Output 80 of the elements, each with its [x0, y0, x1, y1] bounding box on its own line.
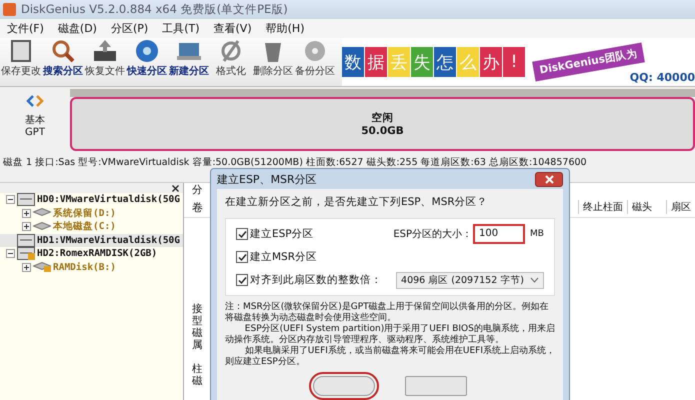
toolbar-button[interactable]: 快速分区	[126, 38, 168, 86]
menu-item[interactable]: 帮助(H)	[260, 21, 310, 36]
menu-item[interactable]: 查看(V)	[208, 21, 257, 36]
close-button[interactable]	[535, 172, 563, 186]
checkbox[interactable]: 建立MSR分区	[236, 250, 318, 264]
disk-info: 磁盘 1 接口:Sas 型号:VMwareVirtualdisk 容量:50.0GB(51200MB) 柱面数:6527 磁头数:255 每道扇区数:63 总扇区数:104857600	[2, 156, 588, 170]
tree-item[interactable]: 系统保留(D:)	[0, 206, 183, 220]
tree-item[interactable]: 本地磁盘(C:)	[0, 220, 183, 234]
note-text: 如果电脑采用了UEFI系统，或当前磁盘将来可能会用在UEFI系统上启动系统，则应建立ESP分区。	[225, 346, 555, 368]
drive-icon	[17, 234, 35, 247]
banner-tile: 据	[365, 47, 387, 77]
toolbar-button[interactable]: 删除分区	[252, 38, 294, 86]
advertisement-banner[interactable]: 数 据 丢 失 怎 么 办 ! DiskGenius团队为 QQ: 40000	[342, 38, 695, 86]
checkbox[interactable]: 建立ESP分区	[236, 227, 314, 241]
disk-type: 基本	[25, 114, 45, 127]
toolbar-button[interactable]: 备份分区	[294, 38, 336, 86]
dialog-title: 建立ESP、MSR分区	[217, 172, 317, 186]
window-title: DiskGenius V5.2.0.884 x64 免费版(单文件PE版)	[21, 2, 288, 17]
check-icon	[238, 252, 246, 262]
unit-label: MB	[530, 229, 544, 239]
info-label: 接	[192, 303, 203, 315]
tree-item[interactable]: HD1:VMwareVirtualdisk(50G	[0, 234, 183, 247]
drive-icon	[17, 193, 35, 206]
dialog-question: 在建立新分区之前，是否先建立下列ESP、MSR分区？	[225, 195, 489, 209]
banner-tile: 数	[342, 47, 364, 77]
toolbar-button[interactable]: 格式化	[210, 38, 252, 86]
disc-icon	[302, 39, 328, 63]
locked-partition-icon	[33, 262, 51, 272]
partition-tab[interactable]: 分	[192, 184, 203, 196]
menu-item[interactable]: 文件(F)	[2, 21, 49, 36]
info-label: 型	[192, 315, 203, 327]
close-icon[interactable]	[172, 184, 179, 192]
close-icon	[544, 174, 554, 184]
banner-tile: 办	[480, 47, 502, 77]
tree-item[interactable]: HD0:VMwareVirtualdisk(50G	[0, 193, 183, 206]
expand-icon[interactable]	[22, 262, 31, 272]
free-space-block[interactable]: 空闲 50.0GB	[70, 97, 695, 151]
expand-icon[interactable]	[22, 222, 31, 232]
disc-icon	[134, 39, 160, 63]
note-text: 注：MSR分区(微软保留分区)是GPT磁盘上用于保留空间以供备用的分区。例如在将磁盘转换为动态磁盘时会使用这些空间。	[225, 302, 550, 324]
toolbar-button[interactable]: 保存更改	[0, 38, 42, 86]
banner-tile: 失	[411, 47, 433, 77]
caret-icon	[530, 277, 539, 283]
menu-item[interactable]: 工具(T)	[157, 21, 205, 36]
note-text: ESP分区(UEFI System partition)用于采用了UEFI BIOS的电脑系统，用来启动操作系统。分区内存放引导管理程序、驱动程序、系统维护工具等。	[225, 324, 555, 346]
toolbar-button[interactable]: 搜索分区	[42, 38, 84, 86]
tree-item[interactable]: RAMDisk(B:)	[0, 260, 183, 274]
column-header: 磁头	[627, 200, 666, 214]
check-icon	[238, 230, 246, 238]
align-dropdown[interactable]: 4096 扇区 (2097152 字节)	[396, 272, 544, 288]
menu-item[interactable]: 磁盘(D)	[52, 21, 102, 36]
partition-scheme: GPT	[25, 127, 45, 138]
search-icon	[50, 39, 76, 63]
column-header: 卷	[192, 200, 203, 214]
info-label: 属	[192, 339, 203, 351]
expand-icon[interactable]	[22, 208, 31, 218]
column-header: 终止柱面	[578, 200, 627, 214]
partition-icon	[33, 208, 51, 218]
checkbox[interactable]: 对齐到此扇区数的整数倍：	[236, 273, 382, 287]
upload-icon	[92, 39, 118, 63]
size-input[interactable]: 100	[474, 225, 524, 243]
field-label: ESP分区的大小：	[393, 228, 472, 241]
banner-tile: 么	[457, 47, 479, 77]
app-icon	[3, 3, 16, 16]
collapse-icon[interactable]	[6, 195, 15, 204]
info-label: 柱	[192, 363, 203, 375]
banner-tile: !	[503, 47, 525, 77]
collapse-icon[interactable]	[6, 249, 15, 258]
column-header: 扇区	[666, 200, 695, 214]
check-icon	[238, 276, 246, 284]
toolbar-button[interactable]: 恢复文件	[84, 38, 126, 86]
nav-arrows-icon[interactable]	[25, 95, 45, 107]
banner-tile: 丢	[388, 47, 410, 77]
menu-item[interactable]: 分区(P)	[106, 21, 154, 36]
locked-drive-icon	[17, 247, 35, 260]
info-label: 磁	[192, 375, 203, 387]
tree-item[interactable]: HD2:RomexRAMDISK(2GB)	[0, 247, 183, 260]
toolbar-button[interactable]: 新建分区	[168, 38, 210, 86]
info-label: 磁	[192, 327, 203, 339]
banner-tile: 怎	[434, 47, 456, 77]
